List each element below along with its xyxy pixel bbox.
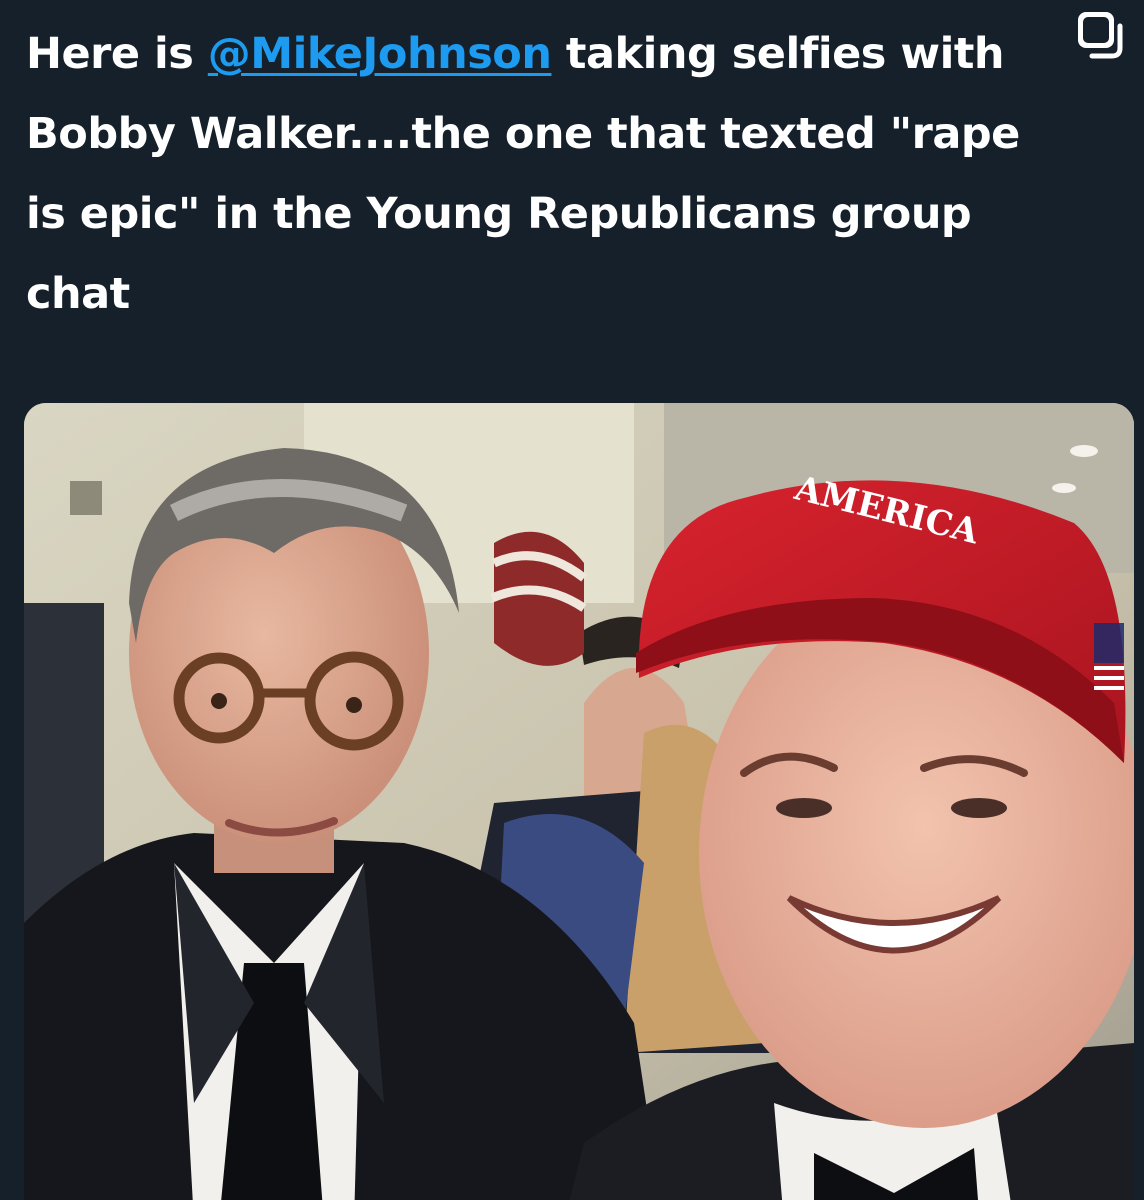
- attached-photo[interactable]: AMERICA: [24, 403, 1134, 1200]
- mention-link[interactable]: @MikeJohnson: [208, 29, 552, 79]
- copy-icon[interactable]: [1074, 8, 1132, 66]
- tweet-text: Here is @MikeJohnson taking selfies with…: [26, 14, 1066, 334]
- post-screenshot: Here is @MikeJohnson taking selfies with…: [0, 0, 1144, 1200]
- tweet-text-intro: Here is: [26, 29, 208, 79]
